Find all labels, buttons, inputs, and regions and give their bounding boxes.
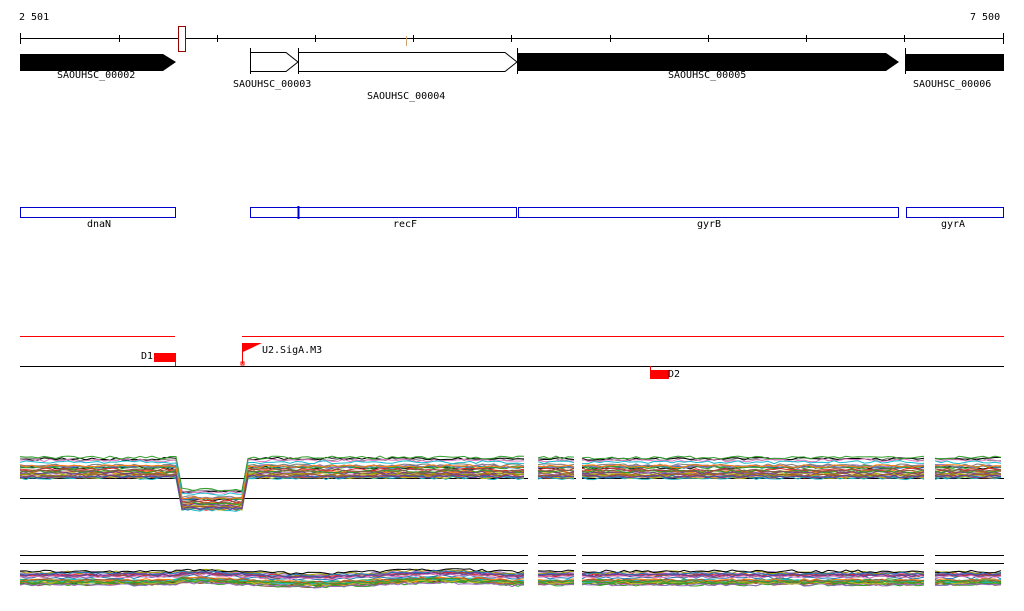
- gene-arrow-SAOUHSC_00004[interactable]: [298, 52, 518, 72]
- ruler: [20, 33, 1004, 44]
- expression-line: [19, 473, 525, 510]
- expression-line: [19, 474, 525, 511]
- expression-line: [582, 460, 925, 465]
- feature-D2-block[interactable]: [650, 370, 669, 379]
- gene-arrow-SAOUHSC_00006[interactable]: [906, 54, 1004, 71]
- feature-label-U2-SigA-M3: U2.SigA.M3: [262, 345, 323, 356]
- feature-U2-flag[interactable]: [243, 343, 262, 352]
- gene-name-gyrA: gyrA: [941, 219, 966, 230]
- gene-name-recF: recF: [393, 219, 418, 230]
- expression-line: [19, 476, 525, 512]
- genome-browser-canvas: [19, 26, 1004, 589]
- gene-box-gyrA[interactable]: [906, 207, 1004, 218]
- expression-tracks-upper: [19, 455, 1004, 512]
- feature-track: [20, 336, 1004, 379]
- gene-box-dnaN[interactable]: [20, 207, 176, 218]
- gene-label-SAOUHSC_00002: SAOUHSC_00002: [57, 70, 136, 81]
- expression-line: [19, 474, 525, 511]
- feature-D1-block[interactable]: [154, 353, 175, 362]
- gene-name-track: [20, 207, 1004, 218]
- gene-label-SAOUHSC_00006: SAOUHSC_00006: [913, 79, 992, 90]
- gene-arrow-SAOUHSC_00005[interactable]: [518, 53, 899, 71]
- gene-arrow-SAOUHSC_00002[interactable]: [20, 54, 176, 71]
- gene-arrow-SAOUHSC_00003[interactable]: [250, 52, 299, 72]
- expression-line: [934, 460, 1002, 465]
- feature-label-D2: D2: [668, 369, 681, 380]
- selection-highlight-box[interactable]: [178, 26, 186, 52]
- gene-box-recF[interactable]: [298, 207, 517, 218]
- gene-name-dnaN: dnaN: [87, 219, 112, 230]
- gene-label-SAOUHSC_00004: SAOUHSC_00004: [367, 91, 446, 102]
- expression-line: [19, 475, 525, 511]
- expression-line: [19, 474, 525, 511]
- gene-box-recF-a[interactable]: [250, 207, 299, 218]
- gene-label-SAOUHSC_00003: SAOUHSC_00003: [233, 79, 312, 90]
- gene-box-gyrB[interactable]: [518, 207, 899, 218]
- feature-label-D1: D1: [141, 351, 154, 362]
- expression-tracks-lower: [19, 555, 1004, 589]
- expression-line: [19, 474, 525, 511]
- gene-name-gyrB: gyrB: [697, 219, 722, 230]
- gene-label-SAOUHSC_00005: SAOUHSC_00005: [668, 70, 747, 81]
